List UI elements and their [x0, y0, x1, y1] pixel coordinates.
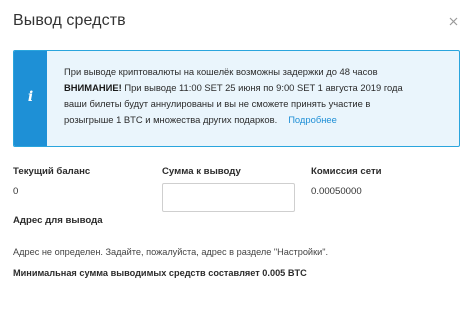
alert-message: При выводе криптовалюты на кошелёк возмо… [64, 64, 454, 128]
fee-label: Комиссия сети [311, 166, 382, 177]
address-not-set-message: Адрес не определен. Задайте, пожалуйста,… [13, 247, 329, 257]
alert-line-prize: розыгрыше 1 BTC и множества других подар… [64, 112, 454, 128]
alert-icon-strip: i [14, 51, 47, 146]
amount-label: Сумма к выводу [162, 166, 241, 177]
info-icon: i [27, 89, 34, 105]
more-info-link[interactable]: Подробнее [288, 114, 337, 125]
balance-value: 0 [13, 186, 19, 197]
dialog-title: Вывод средств [13, 12, 126, 29]
alert-warning-label: ВНИМАНИЕ! [64, 82, 122, 93]
address-label: Адрес для вывода [13, 215, 103, 226]
min-withdrawal-note: Минимальная сумма выводимых средств сост… [13, 268, 307, 278]
close-icon[interactable] [446, 15, 460, 29]
withdraw-warning-alert: i При выводе криптовалюты на кошелёк воз… [13, 50, 460, 147]
alert-line-warning: ВНИМАНИЕ! При выводе 11:00 SET 25 июня п… [64, 80, 454, 96]
fee-value: 0.00050000 [311, 186, 362, 197]
balance-label: Текущий баланс [13, 166, 91, 177]
alert-line-tickets: ваши билеты будут аннулированы и вы не с… [64, 98, 371, 109]
withdraw-dialog: Вывод средств i При выводе криптовалюты … [0, 0, 473, 325]
alert-warning-text: При выводе 11:00 SET 25 июня по 9:00 SET… [121, 82, 403, 93]
amount-input[interactable] [162, 183, 295, 212]
alert-prize-text: розыгрыше 1 BTC и множества других подар… [64, 114, 278, 125]
alert-line-delay: При выводе криптовалюты на кошелёк возмо… [64, 66, 378, 77]
